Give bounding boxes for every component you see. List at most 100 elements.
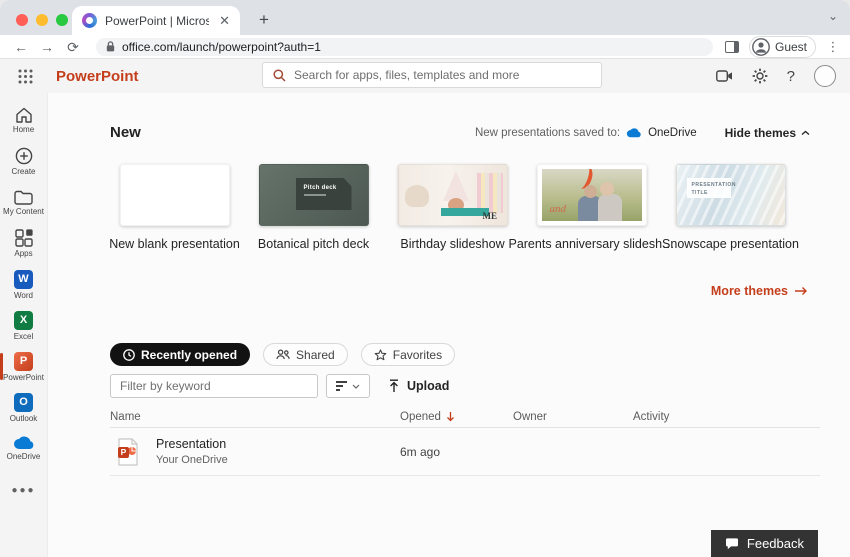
sidebar-item-excel[interactable]: X Excel [0, 305, 48, 346]
browser-tab-bar: PowerPoint | Microsoft 365 ✕ + ⌄ [0, 0, 850, 35]
file-filter-tabs: Recently opened Shared Favorites [110, 343, 455, 366]
feedback-button[interactable]: Feedback [711, 530, 818, 557]
chevron-up-icon [801, 130, 810, 136]
birthday-template-thumbnail: ME [398, 164, 508, 226]
browser-tab[interactable]: PowerPoint | Microsoft 365 ✕ [72, 6, 240, 35]
more-themes-link[interactable]: More themes [711, 284, 808, 298]
template-card-blank[interactable]: New blank presentation [110, 164, 239, 251]
speech-bubble-icon [725, 538, 739, 550]
clock-icon [123, 349, 135, 361]
window-minimize-button[interactable] [36, 14, 48, 26]
lock-icon[interactable] [106, 41, 115, 52]
powerpoint-file-icon: P [116, 438, 140, 466]
page-title: PowerPoint [56, 68, 139, 85]
template-card-botanical[interactable]: Pitch deck Botanical pitch deck [249, 164, 378, 251]
help-icon[interactable]: ? [787, 68, 795, 85]
home-icon [15, 107, 33, 123]
hide-themes-button[interactable]: Hide themes [725, 126, 810, 140]
onedrive-icon [626, 128, 642, 138]
search-icon [273, 69, 286, 82]
profile-label: Guest [775, 40, 807, 54]
arrow-right-icon [794, 286, 808, 296]
apps-icon [15, 229, 33, 247]
forward-icon[interactable]: → [36, 40, 58, 54]
new-tab-button[interactable]: + [252, 10, 276, 30]
browser-url-bar: ← → ⟳ office.com/launch/powerpoint?auth=… [0, 35, 850, 59]
browser-profile-button[interactable]: Guest [749, 36, 816, 58]
sidebar-item-apps[interactable]: Apps [0, 223, 48, 264]
tab-list-chevron-icon[interactable]: ⌄ [828, 9, 838, 23]
settings-gear-icon[interactable] [752, 68, 768, 84]
sidebar-more-icon[interactable]: ●●● [11, 485, 35, 496]
browser-menu-icon[interactable]: ⋮ [826, 39, 840, 55]
file-opened: 6m ago [400, 445, 513, 459]
traffic-lights [16, 14, 68, 26]
upload-icon [388, 379, 400, 393]
table-header: Name Opened Owner Activity [110, 406, 820, 428]
template-card-birthday[interactable]: ME Birthday slideshow [388, 164, 517, 251]
app-launcher-icon[interactable] [12, 63, 38, 89]
guest-avatar-icon [752, 38, 770, 56]
filter-keyword-input[interactable] [110, 374, 318, 398]
template-card-snowscape[interactable]: PRESENTATION TITLE Snowscape presentatio… [666, 164, 795, 251]
filter-icon [336, 379, 347, 393]
upload-button[interactable]: Upload [388, 379, 449, 393]
svg-text:P: P [121, 447, 127, 457]
snowscape-template-thumbnail: PRESENTATION TITLE [676, 164, 786, 226]
app-sidebar: Home Create My Content Apps W Word X Exc… [0, 93, 48, 557]
global-search[interactable] [262, 62, 602, 88]
url-text: office.com/launch/powerpoint?auth=1 [122, 40, 321, 54]
sidebar-item-create[interactable]: Create [0, 141, 48, 182]
sidebar-item-powerpoint[interactable]: P PowerPoint [0, 346, 48, 387]
file-name: Presentation [156, 437, 228, 451]
blank-template-thumbnail [120, 164, 230, 226]
new-section-title: New [110, 124, 141, 141]
botanical-template-thumbnail: Pitch deck [259, 164, 369, 226]
back-icon[interactable]: ← [10, 40, 32, 54]
tab-recently-opened[interactable]: Recently opened [110, 343, 250, 366]
tab-title: PowerPoint | Microsoft 365 [105, 14, 209, 28]
side-panel-icon[interactable] [725, 41, 739, 53]
tab-close-icon[interactable]: ✕ [217, 13, 232, 29]
chevron-down-icon [352, 384, 360, 389]
sidebar-item-word[interactable]: W Word [0, 264, 48, 305]
microsoft365-favicon-icon [82, 13, 97, 28]
main-content: New New presentations saved to: OneDrive… [48, 93, 850, 557]
sidebar-item-home[interactable]: Home [0, 100, 48, 141]
filter-dropdown-button[interactable] [326, 374, 370, 398]
onedrive-icon [13, 436, 35, 450]
search-input[interactable] [294, 68, 591, 82]
word-icon: W [14, 270, 33, 289]
sidebar-item-outlook[interactable]: O Outlook [0, 387, 48, 428]
excel-icon: X [14, 311, 33, 330]
tab-shared[interactable]: Shared [263, 343, 348, 366]
file-location: Your OneDrive [156, 454, 228, 466]
column-header-name[interactable]: Name [110, 411, 400, 423]
sidebar-item-onedrive[interactable]: OneDrive [0, 428, 48, 469]
meet-now-icon[interactable] [716, 70, 733, 82]
filter-toolbar: Upload [110, 374, 449, 398]
address-bar[interactable]: office.com/launch/powerpoint?auth=1 [96, 38, 713, 56]
account-avatar[interactable] [814, 65, 836, 87]
saved-to-target[interactable]: OneDrive [648, 127, 697, 139]
window-close-button[interactable] [16, 14, 28, 26]
tab-favorites[interactable]: Favorites [361, 343, 455, 366]
folder-icon [14, 190, 33, 205]
saved-to-label: New presentations saved to: [475, 127, 620, 139]
outlook-icon: O [14, 393, 33, 412]
table-row[interactable]: P Presentation Your OneDrive 6m ago [110, 428, 820, 476]
column-header-opened[interactable]: Opened [400, 411, 513, 423]
window-zoom-button[interactable] [56, 14, 68, 26]
star-icon [374, 349, 387, 361]
powerpoint-icon: P [14, 352, 33, 371]
reload-icon[interactable]: ⟳ [62, 40, 84, 54]
sort-descending-icon [446, 411, 455, 422]
column-header-activity[interactable]: Activity [633, 411, 820, 423]
parents-template-thumbnail: and [537, 164, 647, 226]
template-gallery: New blank presentation Pitch deck Botani… [110, 164, 795, 251]
recent-files-table: Name Opened Owner Activity [110, 406, 820, 476]
template-card-parents[interactable]: and Parents anniversary slidesh… [527, 164, 656, 251]
column-header-owner[interactable]: Owner [513, 411, 633, 423]
office-app-header: PowerPoint ? [0, 59, 850, 93]
sidebar-item-my-content[interactable]: My Content [0, 182, 48, 223]
